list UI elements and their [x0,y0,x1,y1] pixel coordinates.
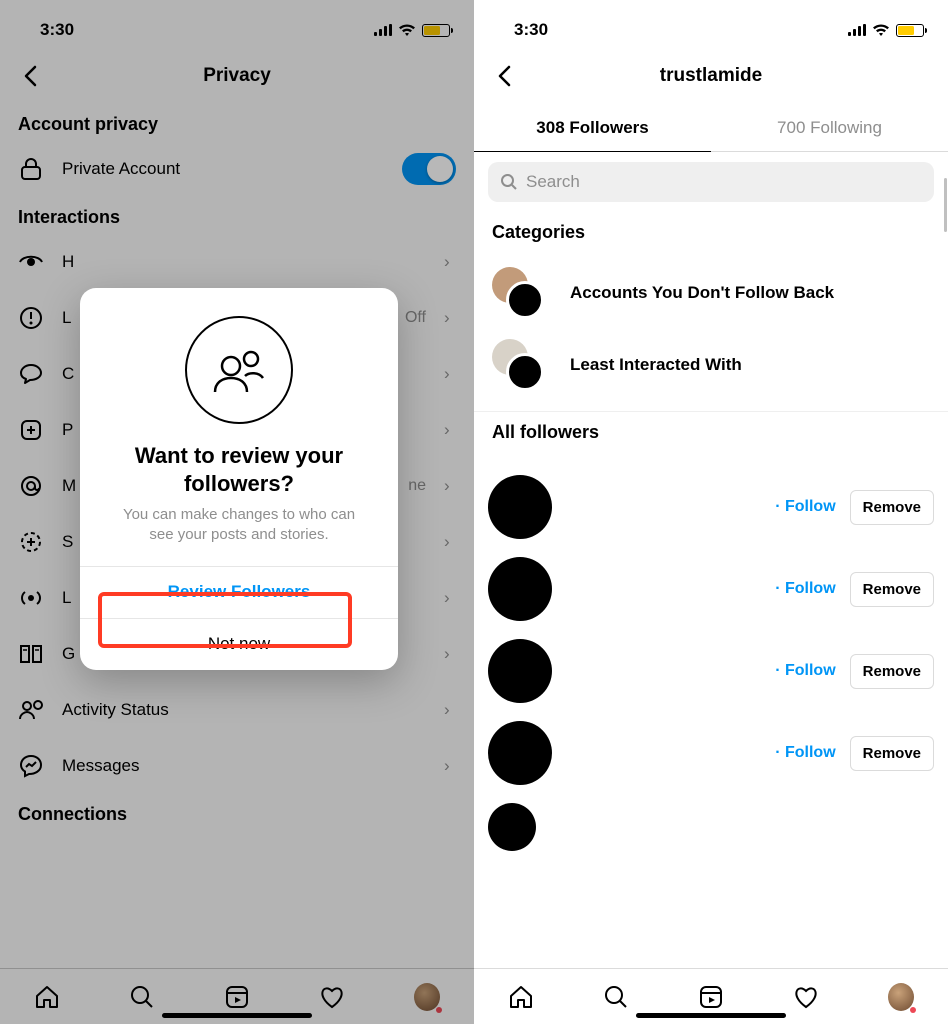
follower-item: Follow Remove [488,721,934,785]
review-followers-button[interactable]: Review Followers [80,566,398,618]
alert-icon [18,305,44,331]
chevron-right-icon: › [444,252,456,272]
chevron-right-icon: › [444,644,456,664]
chevron-right-icon: › [444,700,456,720]
username-title: trustlamide [474,65,948,87]
category-least-interacted[interactable]: Least Interacted With [488,329,934,401]
comment-icon [18,361,44,387]
privacy-screen: 3:30 Privacy Account privacy Private Acc… [0,0,474,1024]
follower-item: Follow Remove [488,639,934,703]
guides-icon [18,641,44,667]
follow-link[interactable]: Follow [775,744,835,762]
chevron-right-icon: › [444,588,456,608]
avatar[interactable] [488,721,552,785]
row-hidden-words[interactable]: H › [0,234,474,290]
back-button[interactable] [10,56,50,96]
category-no-follow-back[interactable]: Accounts You Don't Follow Back [488,257,934,329]
chevron-right-icon: › [444,420,456,440]
row-private-account: Private Account [0,141,474,197]
not-now-button[interactable]: Not now [80,618,398,670]
activity-icon [18,697,44,723]
chevron-right-icon: › [444,308,456,328]
modal-title: Want to review your followers? [80,434,398,501]
scrollbar[interactable] [944,178,947,232]
follow-tabs: 308 Followers 700 Following [474,104,948,152]
review-followers-modal: Want to review your followers? You can m… [80,288,398,670]
all-followers-title: All followers [488,412,934,457]
section-interactions: Interactions [0,197,474,234]
activity-tab[interactable] [793,984,819,1010]
avatar[interactable] [488,475,552,539]
back-button[interactable] [484,56,524,96]
search-icon [500,173,518,191]
follow-link[interactable]: Follow [775,662,835,680]
avatar[interactable] [488,803,536,851]
follower-item: Follow Remove [488,557,934,621]
status-time: 3:30 [40,20,74,40]
live-icon [18,585,44,611]
chevron-right-icon: › [444,364,456,384]
search-tab[interactable] [603,984,629,1010]
home-tab[interactable] [508,984,534,1010]
stacked-avatar-icon [492,339,552,391]
home-indicator [162,1013,312,1018]
follower-item: Follow Remove [488,475,934,539]
story-icon [18,529,44,555]
follower-item [488,803,934,851]
remove-button[interactable]: Remove [850,654,934,689]
row-messages[interactable]: Messages › [0,738,474,794]
private-account-label: Private Account [62,159,384,179]
row-activity-status[interactable]: Activity Status › [0,682,474,738]
categories-title: Categories [488,212,934,257]
nav-header: Privacy [0,48,474,104]
modal-icon [80,288,398,434]
search-input[interactable]: Search [488,162,934,202]
status-bar: 3:30 [474,0,948,48]
chevron-right-icon: › [444,476,456,496]
avatar[interactable] [488,557,552,621]
tab-followers[interactable]: 308 Followers [474,104,711,152]
lock-icon [18,156,44,182]
reels-tab[interactable] [224,984,250,1010]
battery-icon [422,24,450,37]
follow-link[interactable]: Follow [775,580,835,598]
eye-hide-icon [18,249,44,275]
chevron-right-icon: › [444,532,456,552]
post-icon [18,417,44,443]
remove-button[interactable]: Remove [850,490,934,525]
status-icons [848,24,924,37]
messenger-icon [18,753,44,779]
at-icon [18,473,44,499]
remove-button[interactable]: Remove [850,736,934,771]
private-account-toggle[interactable] [402,153,456,185]
followers-screen: 3:30 trustlamide 308 Followers 700 Follo… [474,0,948,1024]
section-connections: Connections [0,794,474,831]
chevron-right-icon: › [444,756,456,776]
status-time: 3:30 [514,20,548,40]
page-title: Privacy [0,65,474,87]
profile-tab[interactable] [414,984,440,1010]
profile-tab[interactable] [888,984,914,1010]
home-indicator [636,1013,786,1018]
nav-header: trustlamide [474,48,948,104]
avatar[interactable] [488,639,552,703]
follow-link[interactable]: Follow [775,498,835,516]
search-placeholder: Search [526,172,580,192]
stacked-avatar-icon [492,267,552,319]
modal-subtitle: You can make changes to who can see your… [80,501,398,566]
search-tab[interactable] [129,984,155,1010]
tab-following[interactable]: 700 Following [711,104,948,152]
reels-tab[interactable] [698,984,724,1010]
home-tab[interactable] [34,984,60,1010]
remove-button[interactable]: Remove [850,572,934,607]
status-icons [374,24,450,37]
activity-tab[interactable] [319,984,345,1010]
status-bar: 3:30 [0,0,474,48]
battery-icon [896,24,924,37]
section-account-privacy: Account privacy [0,104,474,141]
